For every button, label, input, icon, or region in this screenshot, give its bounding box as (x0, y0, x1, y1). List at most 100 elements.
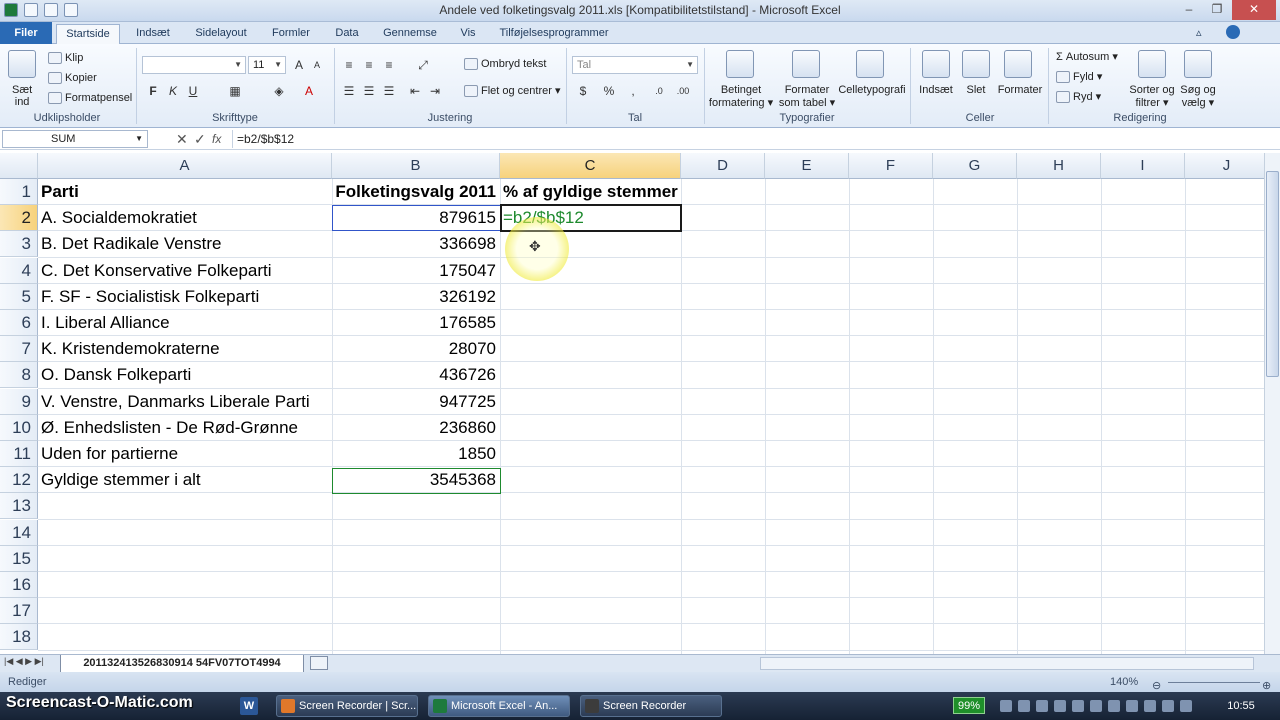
cell-b1[interactable]: Folketingsvalg 2011 (332, 179, 500, 205)
cell-party[interactable]: A. Socialdemokratiet (38, 205, 332, 231)
help-icon[interactable] (1226, 25, 1240, 39)
insert-cells-icon[interactable] (922, 50, 950, 78)
tab-tilfoejelsesprogrammer[interactable]: Tilføjelsesprogrammer (492, 24, 616, 44)
row-header[interactable]: 8 (0, 362, 38, 389)
column-header[interactable]: A (38, 153, 332, 179)
taskbar-item-excel[interactable]: Microsoft Excel - An... (428, 695, 570, 717)
cell-votes[interactable]: 236860 (332, 415, 500, 441)
cell-votes[interactable]: 1850 (332, 441, 500, 467)
delete-cells-button[interactable]: Slet (958, 84, 994, 96)
cell-party[interactable]: I. Liberal Alliance (38, 310, 332, 336)
battery-indicator[interactable]: 99% (953, 697, 985, 714)
cell-votes[interactable]: 336698 (332, 231, 500, 257)
format-as-table-icon[interactable] (792, 50, 820, 78)
tray-icon[interactable] (1090, 700, 1102, 712)
column-header[interactable]: D (681, 153, 765, 179)
tray-icon[interactable] (1108, 700, 1120, 712)
cell-party[interactable]: Uden for partierne (38, 441, 332, 467)
column-header[interactable]: H (1017, 153, 1101, 179)
cut-button[interactable]: Klip (48, 52, 83, 65)
tab-vis[interactable]: Vis (452, 24, 484, 44)
cell-styles-button[interactable]: Celletypografi (838, 84, 906, 96)
tray-icon[interactable] (1162, 700, 1174, 712)
grow-font-icon[interactable]: A (290, 56, 308, 74)
row-header[interactable]: 13 (0, 493, 38, 520)
decrease-decimal-icon[interactable]: .00 (674, 82, 692, 100)
align-center-icon[interactable]: ☰ (360, 82, 378, 100)
format-as-table-button[interactable]: Formater som tabel ▾ (778, 84, 836, 109)
cell-c1[interactable]: % af gyldige stemmer (500, 179, 681, 205)
fill-color-icon[interactable]: ◈ (270, 82, 288, 100)
column-header[interactable]: J (1185, 153, 1264, 179)
tab-indsaet[interactable]: Indsæt (124, 24, 182, 44)
row-header[interactable]: 15 (0, 545, 38, 572)
number-format-combo[interactable]: Tal ▼ (572, 56, 698, 74)
close-icon[interactable]: ✕ (1232, 0, 1276, 20)
tab-gennemse[interactable]: Gennemse (374, 24, 446, 44)
column-header[interactable]: I (1101, 153, 1185, 179)
word-icon[interactable]: W (240, 697, 258, 715)
row-header[interactable]: 11 (0, 441, 38, 467)
cell-party[interactable]: K. Kristendemokraterne (38, 336, 332, 362)
paste-button[interactable]: Sæt ind (12, 84, 32, 108)
cell-party[interactable]: O. Dansk Folkeparti (38, 362, 332, 388)
formula-input[interactable]: =b2/$b$12 (232, 130, 1262, 148)
sheet-tab[interactable]: 201132413526830914 54FV07TOT4994 (60, 655, 304, 673)
copy-button[interactable]: Kopier (48, 72, 97, 85)
volume-icon[interactable] (1180, 700, 1192, 712)
zoom-slider[interactable] (1168, 682, 1260, 683)
align-left-icon[interactable]: ☰ (340, 82, 358, 100)
insert-cells-button[interactable]: Indsæt (916, 84, 956, 96)
row-header[interactable]: 14 (0, 519, 38, 546)
cell-party[interactable]: B. Det Radikale Venstre (38, 231, 332, 257)
clock[interactable]: 10:55 (1216, 692, 1266, 720)
find-select-icon[interactable] (1184, 50, 1212, 78)
format-painter-button[interactable]: Formatpensel (48, 92, 132, 105)
cell-party[interactable]: F. SF - Socialistisk Folkeparti (38, 284, 332, 310)
taskbar-item-screen-recorder[interactable]: Screen Recorder (580, 695, 722, 717)
tray-icon[interactable] (1018, 700, 1030, 712)
cell-votes[interactable]: 175047 (332, 258, 500, 284)
cell-votes[interactable]: 28070 (332, 336, 500, 362)
merge-center-button[interactable]: Flet og centrer ▾ (464, 84, 561, 98)
column-header[interactable]: G (933, 153, 1017, 179)
cell-party[interactable]: Gyldige stemmer i alt (38, 467, 332, 493)
cell-votes[interactable]: 947725 (332, 389, 500, 415)
tray-icon[interactable] (1072, 700, 1084, 712)
row-header[interactable]: 16 (0, 572, 38, 598)
tray-icon[interactable] (1036, 700, 1048, 712)
enter-icon[interactable]: ✓ (194, 130, 206, 148)
format-cells-icon[interactable] (1004, 50, 1032, 78)
align-bottom-icon[interactable]: ≡ (380, 56, 398, 74)
select-all-button[interactable] (0, 153, 38, 179)
borders-icon[interactable]: ▦ (226, 82, 244, 100)
cell-party[interactable]: Ø. Enhedslisten - De Rød-Grønne (38, 415, 332, 441)
restore-icon[interactable]: ❐ (1204, 0, 1230, 20)
delete-cells-icon[interactable] (962, 50, 990, 78)
font-name-combo[interactable]: ▼ (142, 56, 246, 74)
cell-party[interactable]: C. Det Konservative Folkeparti (38, 258, 332, 284)
conditional-formatting-icon[interactable] (726, 50, 754, 78)
autosum-button[interactable]: Σ Autosum ▾ (1056, 50, 1118, 63)
tab-filer[interactable]: Filer (0, 22, 52, 44)
insert-function-icon[interactable]: fx (212, 130, 221, 148)
first-sheet-icon[interactable]: |◀ ◀ ▶ ▶| (4, 656, 44, 667)
row-header[interactable]: 18 (0, 624, 38, 651)
column-header[interactable]: B (332, 153, 500, 179)
align-middle-icon[interactable]: ≡ (360, 56, 378, 74)
tab-startside[interactable]: Startside (56, 24, 120, 44)
clear-button[interactable]: Ryd ▾ (1056, 90, 1101, 104)
bold-button[interactable]: F (144, 82, 162, 100)
tab-formler[interactable]: Formler (262, 24, 320, 44)
comma-style-icon[interactable]: , (624, 82, 642, 100)
tray-icon[interactable] (1126, 700, 1138, 712)
font-color-icon[interactable]: A (300, 82, 318, 100)
conditional-formatting-button[interactable]: Betinget formatering ▾ (708, 84, 774, 109)
minimize-ribbon-icon[interactable]: ▵ (1196, 26, 1202, 39)
format-cells-button[interactable]: Formater (996, 84, 1044, 96)
row-header[interactable]: 3 (0, 231, 38, 258)
minimize-icon[interactable]: – (1176, 0, 1202, 20)
row-header[interactable]: 12 (0, 467, 38, 494)
row-header[interactable]: 10 (0, 414, 38, 441)
row-header[interactable]: 5 (0, 283, 38, 310)
